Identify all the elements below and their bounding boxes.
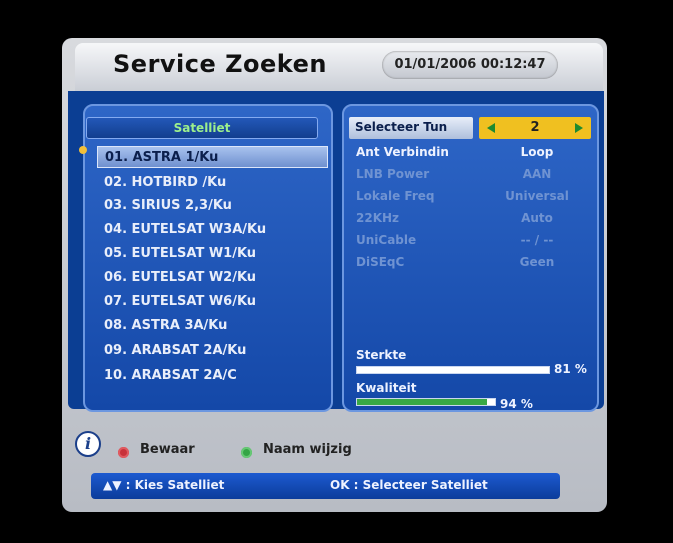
satellite-item[interactable]: 07. EUTELSAT W6/Ku (104, 291, 324, 313)
signal-quality-label: Kwaliteit (356, 381, 417, 395)
arrow-right-icon[interactable] (575, 123, 583, 133)
setting-value-unicable: -- / -- (520, 233, 554, 247)
satellite-item[interactable]: 09. ARABSAT 2A/Ku (104, 340, 324, 362)
setting-label-lnb-power: LNB Power (356, 167, 430, 181)
signal-strength-bar (356, 366, 550, 374)
setting-label-diseqc: DiSEqC (356, 255, 405, 269)
footer-navigate-hint: ▲▼ : Kies Satelliet (103, 478, 225, 492)
signal-quality-fill (357, 399, 487, 405)
setting-label-22khz: 22KHz (356, 211, 400, 225)
footer-ok-hint: OK : Selecteer Satelliet (330, 478, 488, 492)
setting-value-antenna[interactable]: Loop (487, 143, 587, 161)
satellite-list-header: Satelliet (86, 117, 318, 139)
page-title: Service Zoeken (113, 50, 327, 78)
satellite-item[interactable]: 05. EUTELSAT W1/Ku (104, 243, 324, 265)
save-hint: Bewaar (140, 442, 195, 457)
signal-strength-label: Sterkte (356, 348, 407, 362)
setting-value-22khz: Auto (521, 211, 553, 225)
setting-label-unicable: UniCable (356, 233, 417, 247)
satellite-item[interactable]: 02. HOTBIRD /Ku (104, 172, 324, 194)
setting-label-local-freq: Lokale Freq (356, 189, 435, 203)
green-button-icon (241, 447, 252, 458)
signal-quality-bar (356, 398, 496, 406)
info-icon[interactable]: i (75, 431, 101, 457)
selection-marker-icon (79, 146, 87, 154)
datetime-display: 01/01/2006 00:12:47 (382, 51, 558, 79)
red-button-icon (118, 447, 129, 458)
satellite-item[interactable]: 04. EUTELSAT W3A/Ku (104, 219, 324, 241)
satellite-item[interactable]: 01. ASTRA 1/Ku (97, 146, 328, 168)
setting-value-local-freq: Universal (505, 189, 569, 203)
setting-value-lnb-power: AAN (522, 167, 552, 181)
satellite-item[interactable]: 10. ARABSAT 2A/C (104, 365, 324, 387)
setting-value-diseqc: Geen (519, 255, 555, 269)
signal-strength-percent: 81 % (554, 362, 587, 376)
rename-hint: Naam wijzig (263, 442, 352, 457)
tuner-selector[interactable]: 2 (479, 117, 591, 139)
signal-strength-fill (357, 367, 513, 373)
setting-label-antenna: Ant Verbindin (356, 145, 449, 159)
tuner-select-label: Selecteer Tun (349, 117, 473, 139)
signal-quality-percent: 94 % (500, 397, 533, 411)
satellite-item[interactable]: 06. EUTELSAT W2/Ku (104, 267, 324, 289)
satellite-item[interactable]: 08. ASTRA 3A/Ku (104, 315, 324, 337)
satellite-item[interactable]: 03. SIRIUS 2,3/Ku (104, 195, 324, 217)
